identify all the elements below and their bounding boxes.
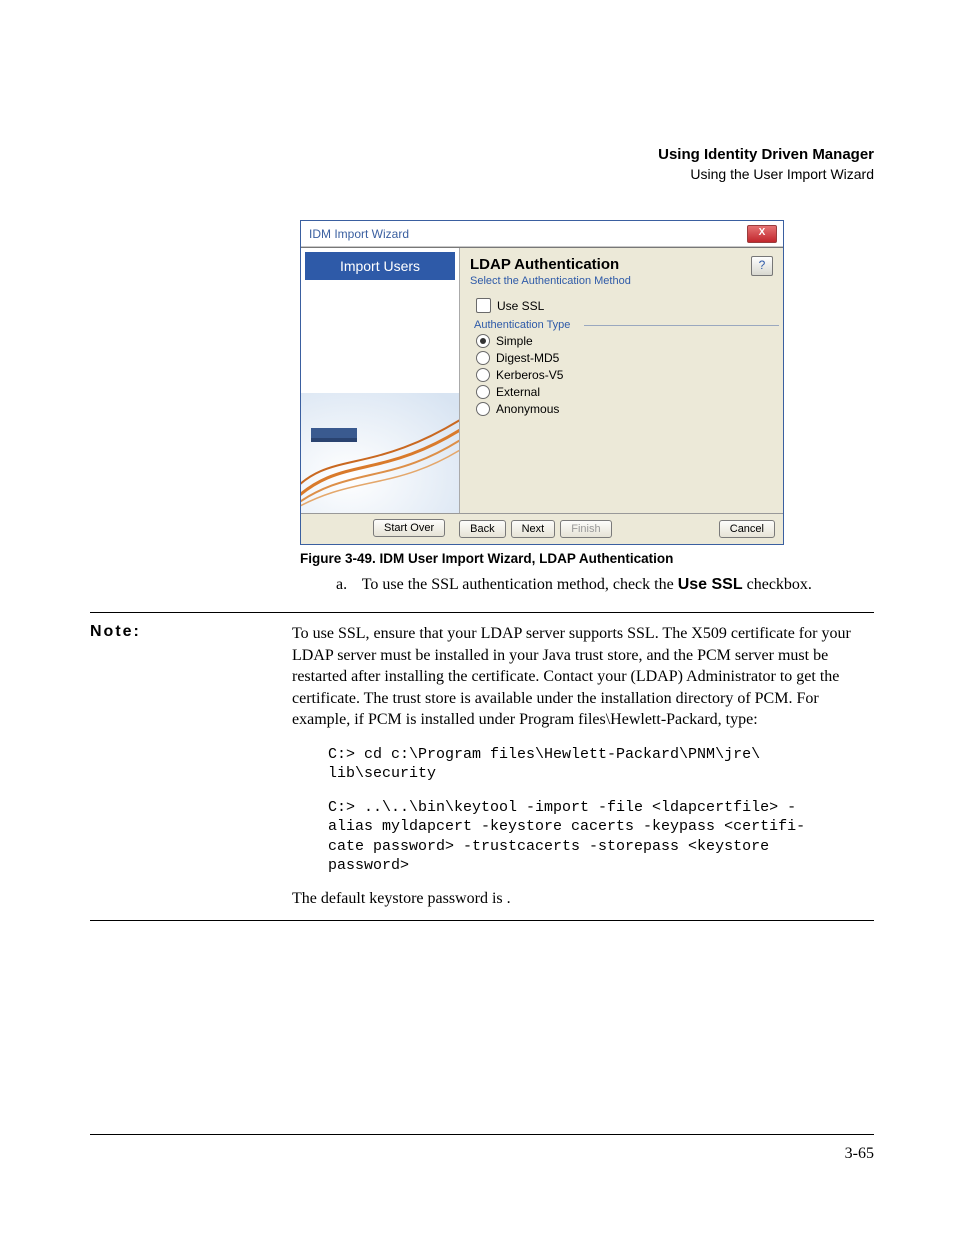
radio-anonymous-input[interactable]: [476, 402, 490, 416]
section-title: Using the User Import Wizard: [658, 165, 874, 183]
content-heading: LDAP Authentication: [470, 256, 631, 273]
note-trailer: The default keystore password is .: [292, 888, 874, 910]
radio-digest-md5-input[interactable]: [476, 351, 490, 365]
step-text-post: checkbox.: [743, 576, 812, 593]
radio-kerberos-v5[interactable]: Kerberos-V5: [476, 368, 773, 382]
note-label: Note:: [90, 623, 141, 641]
radio-digest-md5-label: Digest-MD5: [496, 351, 559, 365]
radio-anonymous[interactable]: Anonymous: [476, 402, 773, 416]
radio-kerberos-v5-label: Kerberos-V5: [496, 368, 563, 382]
start-over-button[interactable]: Start Over: [373, 519, 445, 537]
radio-external[interactable]: External: [476, 385, 773, 399]
sidebar-decorative-image: [301, 393, 459, 513]
step-line: a. To use the SSL authentication method,…: [336, 576, 874, 594]
use-ssl-label: Use SSL: [497, 299, 544, 313]
radio-simple[interactable]: Simple: [476, 334, 773, 348]
running-header: Using Identity Driven Manager Using the …: [658, 145, 874, 183]
radio-external-label: External: [496, 385, 540, 399]
wizard-button-bar: Start Over Back Next Finish Cancel: [301, 513, 783, 544]
dialog-titlebar: IDM Import Wizard X: [301, 221, 783, 247]
radio-external-input[interactable]: [476, 385, 490, 399]
wizard-sidebar: Import Users: [301, 248, 460, 513]
step-text-pre: To use the SSL authentication method, ch…: [362, 576, 678, 593]
dialog-title: IDM Import Wizard: [309, 227, 409, 241]
code-block-2: C:> ..\..\bin\keytool -import -file <lda…: [328, 798, 874, 876]
content-subheading: Select the Authentication Method: [470, 275, 631, 287]
radio-simple-label: Simple: [496, 334, 533, 348]
help-icon[interactable]: ?: [751, 256, 773, 276]
radio-anonymous-label: Anonymous: [496, 402, 559, 416]
radio-simple-input[interactable]: [476, 334, 490, 348]
wizard-content: LDAP Authentication Select the Authentic…: [460, 248, 783, 513]
cancel-button[interactable]: Cancel: [719, 520, 775, 538]
radio-kerberos-v5-input[interactable]: [476, 368, 490, 382]
page-number: 3-65: [845, 1145, 874, 1163]
note-block: Note: To use SSL, ensure that your LDAP …: [90, 612, 874, 921]
use-ssl-checkbox[interactable]: [476, 298, 491, 313]
step-marker: a.: [336, 576, 358, 594]
idm-import-wizard-dialog: IDM Import Wizard X Import Users: [300, 220, 784, 545]
step-bold: Use SSL: [678, 576, 743, 593]
use-ssl-checkbox-row[interactable]: Use SSL: [476, 298, 773, 313]
sidebar-tab-import-users: Import Users: [305, 252, 455, 280]
next-button[interactable]: Next: [511, 520, 556, 538]
close-icon[interactable]: X: [747, 225, 777, 243]
auth-type-group-label: Authentication Type: [474, 319, 773, 331]
radio-digest-md5[interactable]: Digest-MD5: [476, 351, 773, 365]
note-paragraph: To use SSL, ensure that your LDAP server…: [292, 623, 874, 731]
code-block-1: C:> cd c:\Program files\Hewlett-Packard\…: [328, 745, 874, 784]
figure-caption: Figure 3-49. IDM User Import Wizard, LDA…: [300, 551, 874, 566]
back-button[interactable]: Back: [459, 520, 505, 538]
finish-button: Finish: [560, 520, 611, 538]
footer-rule: [90, 1134, 874, 1135]
chapter-title: Using Identity Driven Manager: [658, 145, 874, 165]
